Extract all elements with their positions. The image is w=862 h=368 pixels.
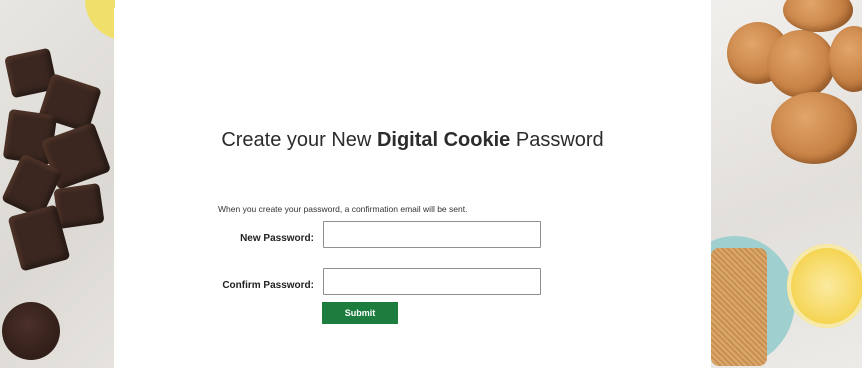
page-title-prefix: Create your New bbox=[221, 129, 377, 151]
new-password-field[interactable] bbox=[323, 221, 541, 248]
cookie-image bbox=[829, 26, 862, 92]
cookie-image bbox=[767, 30, 835, 98]
new-password-label: New Password: bbox=[240, 233, 314, 244]
cookie-image bbox=[771, 92, 857, 164]
confirm-password-field[interactable] bbox=[323, 268, 541, 295]
background-decor-left bbox=[0, 0, 115, 368]
chocolate-piece-image bbox=[53, 182, 105, 230]
confirmation-note: When you create your password, a confirm… bbox=[218, 204, 468, 214]
page-title-brand: Digital Cookie bbox=[376, 129, 511, 151]
lemon-slice-image bbox=[787, 244, 862, 328]
yellow-bowl-image bbox=[85, 0, 115, 40]
cookie-image bbox=[783, 0, 853, 32]
page-title: Create your New Digital Cookie Password bbox=[114, 129, 711, 152]
page-title-suffix: Password bbox=[510, 129, 604, 151]
brown-sugar-image bbox=[711, 248, 767, 366]
submit-button[interactable]: Submit bbox=[322, 302, 398, 324]
background-decor-right bbox=[711, 0, 862, 368]
thin-mint-cookie-image bbox=[2, 302, 60, 360]
password-card: Create your New Digital Cookie Password … bbox=[114, 8, 711, 368]
confirm-password-label: Confirm Password: bbox=[222, 280, 314, 291]
